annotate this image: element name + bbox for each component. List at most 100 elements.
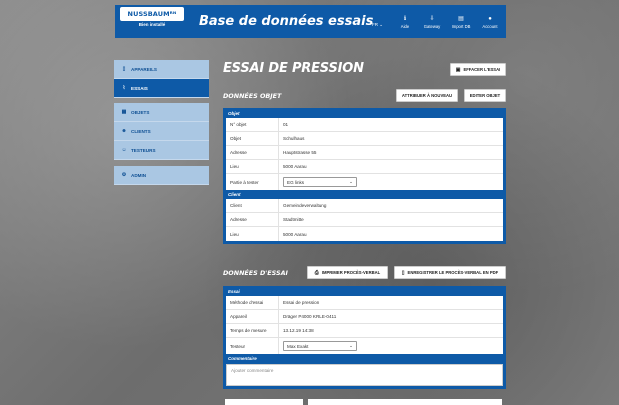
delete-test-label: EFFACER L'ESSAI	[463, 67, 501, 72]
table-row: Appareil Dräger P4000 KRLE-0411	[226, 310, 503, 324]
logo-tagline: Bien installé	[138, 22, 166, 27]
tester-select[interactable]: Max Exakt ⌄	[283, 341, 357, 351]
brand-logo[interactable]: NUSSBAUMᴿᴺ Bien installé	[120, 7, 184, 34]
row-label: N° objet	[226, 118, 279, 131]
language-selector[interactable]: FR ⌄	[372, 22, 383, 28]
tester-select-value: Max Exakt	[287, 343, 309, 349]
row-label: Partie à tester	[226, 174, 279, 190]
app-title: Base de données essais	[199, 14, 374, 29]
edit-object-button[interactable]: EDITER OBJET	[464, 89, 506, 102]
table-row: Objet Schulhaus	[226, 132, 503, 146]
table-row: Lieu 5000 Aarau	[226, 160, 503, 174]
sidebar-item-clients[interactable]: ☻ CLIENTS	[114, 122, 209, 141]
nav-import-db[interactable]: ▤ Import DB	[449, 16, 473, 29]
table-row: Méthode d'essai Essai de pression	[226, 296, 503, 310]
nav-import-label: Import DB	[451, 24, 471, 29]
row-value: Essai de pression	[283, 300, 320, 305]
nav-gateway[interactable]: ⇩ Gateway	[420, 16, 444, 29]
row-label: Appareil	[226, 310, 279, 323]
object-table: N° objet 01 Objet Schulhaus Adresse Haup…	[226, 118, 503, 190]
account-icon: ●	[488, 16, 492, 22]
table-row: Lieu 5000 Aarau	[226, 227, 503, 241]
row-label: Lieu	[226, 227, 279, 241]
logo-text: NUSSBAUMᴿᴺ	[120, 7, 184, 21]
edit-object-label: EDITER OBJET	[469, 93, 501, 98]
object-card: Objet N° objet 01 Objet Schulhaus Adress…	[223, 108, 506, 244]
row-label: Testeur	[226, 338, 279, 354]
chart-icon: ⌇	[122, 85, 126, 91]
sidebar-item-essais[interactable]: ⌇ ESSAIS	[114, 79, 209, 98]
row-label: Client	[226, 199, 279, 212]
sidebar-item-testeurs[interactable]: ☺ TESTEURS	[114, 141, 209, 160]
sidebar-item-objets[interactable]: ▦ OBJETS	[114, 103, 209, 122]
delete-test-button[interactable]: ▣ EFFACER L'ESSAI	[450, 63, 506, 76]
sidebar-item-label: TESTEURS	[131, 147, 156, 153]
object-card-head: Objet	[228, 111, 240, 116]
sidebar-item-label: APPAREILS	[131, 66, 157, 72]
sidebar-item-label: ESSAIS	[131, 85, 148, 91]
nav-account-label: Account	[482, 24, 498, 29]
row-value: Stadtmitte	[283, 217, 304, 222]
row-label: Adresse	[226, 213, 279, 226]
sidebar-item-admin[interactable]: ⚙ ADMIN	[114, 166, 209, 185]
comment-textarea[interactable]: Ajouter commentaire	[226, 364, 503, 386]
sidebar-item-label: ADMIN	[131, 172, 147, 178]
reassign-button[interactable]: ATTRIBUER À NOUVEAU	[396, 89, 458, 102]
object-section-title: DONNÉES OBJET	[223, 92, 282, 100]
table-row: Adresse Stadtmitte	[226, 213, 503, 227]
row-label: Objet	[226, 132, 279, 145]
table-row: Client Gemeindeverwaltung	[226, 199, 503, 213]
comment-head: Commentaire	[228, 356, 257, 361]
device-icon: ▯	[122, 66, 126, 72]
sidebar-item-label: CLIENTS	[131, 128, 151, 134]
sidebar-group-data: ▦ OBJETS ☻ CLIENTS ☺ TESTEURS	[114, 103, 209, 160]
nav-help-label: Aide	[400, 24, 410, 29]
row-value: 13.12.19 14:38	[283, 328, 314, 333]
print-report-button[interactable]: ⎙ IMPRIMER PROCÈS-VERBAL	[307, 266, 388, 279]
sidebar-item-appareils[interactable]: ▯ APPAREILS	[114, 60, 209, 79]
reassign-label: ATTRIBUER À NOUVEAU	[401, 93, 453, 98]
chevron-down-icon: ⌄	[349, 179, 353, 184]
save-pdf-button[interactable]: ▯ ENREGISTRER LE PROCÈS-VERBAL EN PDF	[394, 266, 506, 279]
row-label: Temps de mesure	[226, 324, 279, 337]
test-section-title: DONNÉES D'ESSAI	[223, 269, 288, 277]
sidebar-group-main: ▯ APPAREILS ⌇ ESSAIS	[114, 60, 209, 98]
clients-icon: ☻	[121, 128, 127, 134]
print-report-label: IMPRIMER PROCÈS-VERBAL	[321, 270, 381, 275]
table-row: Temps de mesure 13.12.19 14:38	[226, 324, 503, 338]
part-select-cell: EG links ⌄	[279, 177, 357, 187]
row-value: Schulhaus	[283, 136, 305, 141]
client-table: Client Gemeindeverwaltung Adresse Stadtm…	[226, 199, 503, 241]
page-title: ESSAI DE PRESSION	[223, 61, 364, 76]
bottom-field-left[interactable]	[225, 399, 303, 405]
test-card: Essai Méthode d'essai Essai de pression …	[223, 286, 506, 389]
nav-gateway-label: Gateway	[423, 24, 441, 29]
gear-icon: ⚙	[121, 172, 127, 178]
file-icon: ▯	[401, 269, 405, 276]
nav-help[interactable]: ℹ Aide	[393, 16, 417, 29]
info-icon: ℹ	[403, 16, 407, 22]
row-value: 5000 Aarau	[283, 231, 307, 237]
printer-icon: ⎙	[314, 269, 319, 276]
row-value: Gemeindeverwaltung	[283, 203, 327, 208]
row-label: Méthode d'essai	[226, 296, 279, 309]
table-row: Testeur Max Exakt ⌄	[226, 338, 503, 354]
table-row: Adresse Hauptstrasse 55	[226, 146, 503, 160]
nav-account[interactable]: ● Account	[478, 16, 502, 29]
row-label: Adresse	[226, 146, 279, 159]
trash-icon: ▣	[455, 66, 461, 73]
row-value: 5000 Aarau	[283, 164, 307, 169]
building-icon: ▦	[121, 109, 127, 115]
part-select-value: EG links	[287, 179, 305, 185]
bottom-field-right[interactable]	[308, 399, 502, 405]
sidebar-group-admin: ⚙ ADMIN	[114, 166, 209, 185]
row-value: Dräger P4000 KRLE-0411	[283, 314, 337, 319]
test-card-head: Essai	[228, 289, 240, 294]
row-label: Lieu	[226, 160, 279, 173]
chevron-down-icon: ⌄	[349, 343, 353, 348]
tester-select-cell: Max Exakt ⌄	[279, 341, 357, 351]
app-header: NUSSBAUMᴿᴺ Bien installé Base de données…	[115, 5, 506, 38]
sidebar-item-label: OBJETS	[131, 109, 150, 115]
gateway-icon: ⇩	[429, 16, 435, 22]
part-select[interactable]: EG links ⌄	[283, 177, 357, 187]
